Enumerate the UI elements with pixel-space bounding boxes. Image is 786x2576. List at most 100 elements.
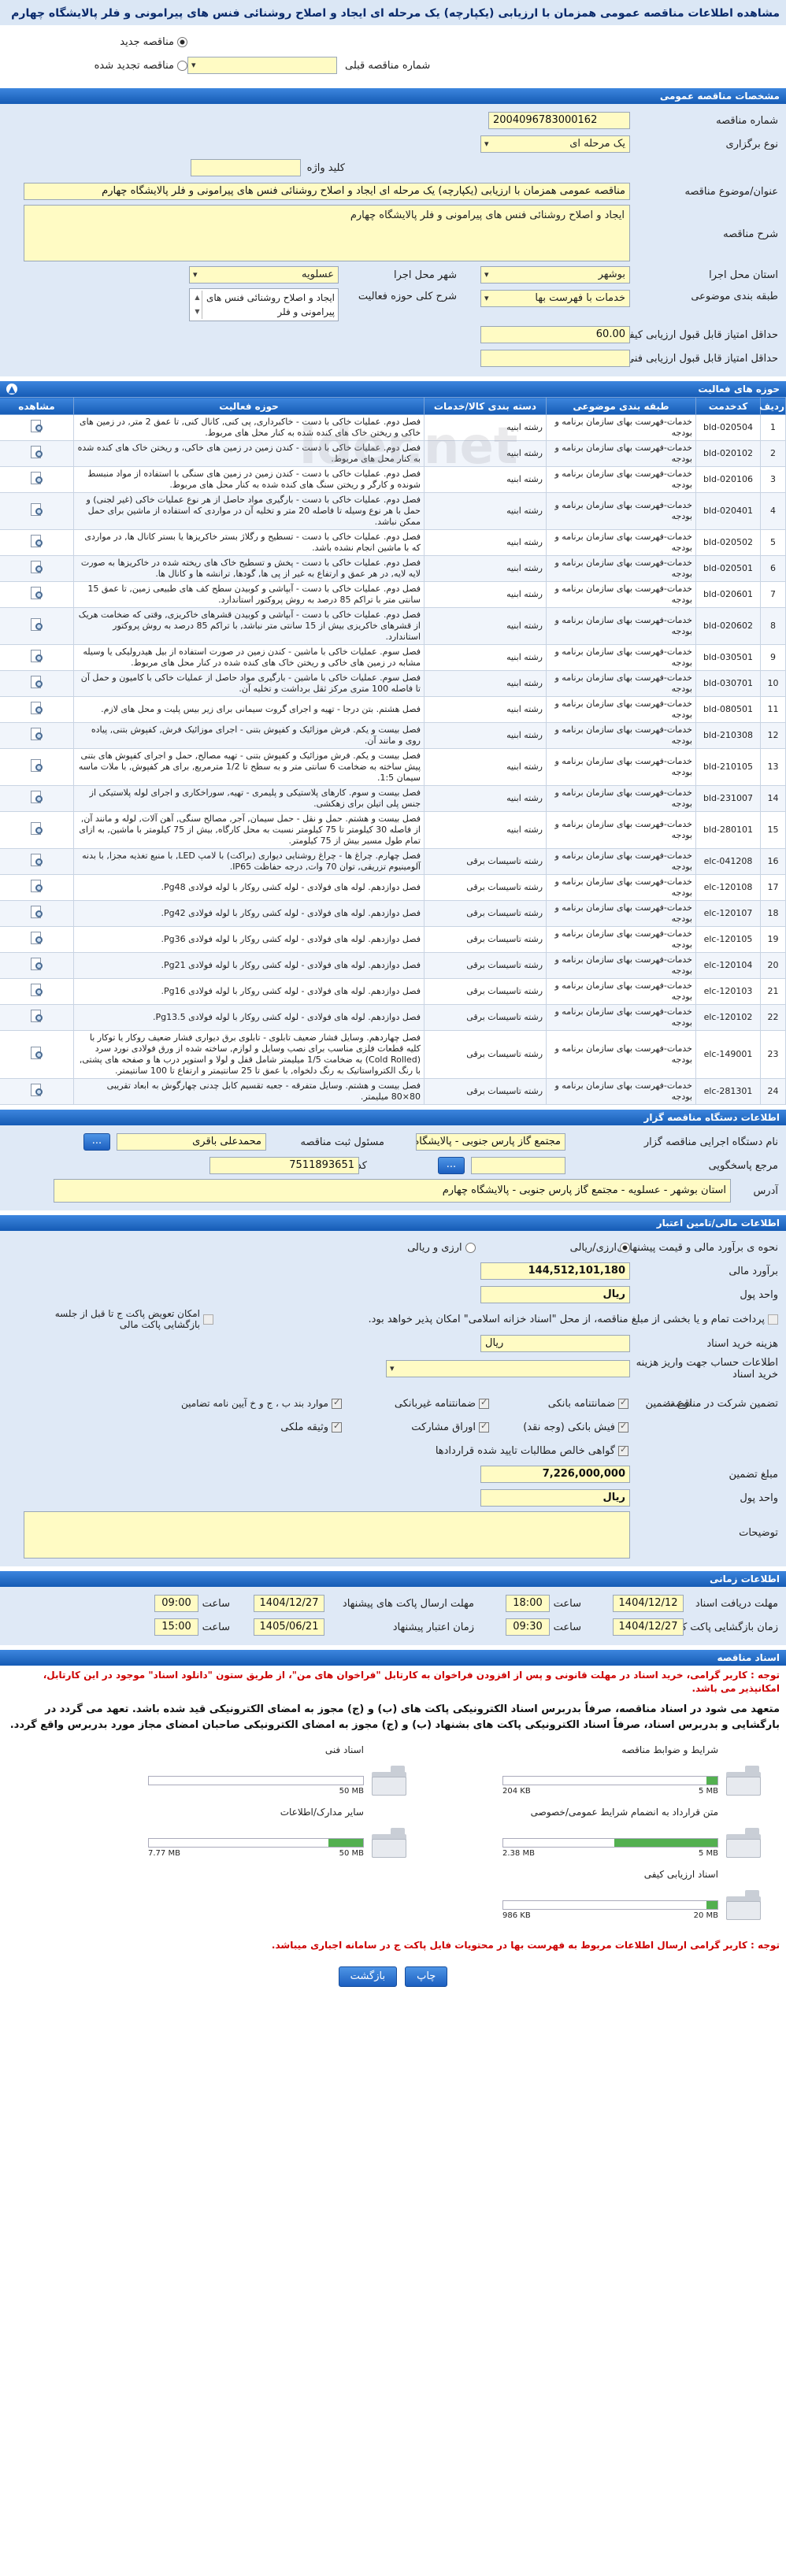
view-details-icon[interactable] [29,617,45,632]
min-tech-field[interactable]: 60.00 [480,326,630,343]
row-view-cell [0,466,74,493]
renewed-tender-radio[interactable] [177,60,187,71]
file-card[interactable]: اسناد ارزیابی کیفی 986 KB 20 MB [502,1869,762,1920]
claims-checkbox[interactable] [618,1444,628,1456]
responsible-more-button[interactable]: ... [83,1133,110,1151]
insurance-checkbox[interactable] [332,1421,342,1433]
estimate-unit-field[interactable]: ریال [480,1286,630,1303]
row-view-cell [0,529,74,556]
category-select[interactable]: خدمات با فهرست بها [480,290,630,307]
view-details-icon[interactable] [29,879,45,893]
file-size-fill [328,1839,363,1847]
row-group: رشته تاسیسات برقی [424,874,547,901]
guarantee-amount-field[interactable]: 7,226,000,000 [480,1466,630,1483]
view-details-icon[interactable] [29,675,45,689]
view-details-icon[interactable] [29,821,45,836]
folder-icon [370,1764,408,1796]
collapse-icon[interactable]: ▲ [6,384,17,395]
view-details-icon[interactable] [29,957,45,971]
address-field[interactable]: استان بوشهر - عسلویه - مجتمع گاز پارس جن… [54,1179,731,1203]
view-details-icon[interactable] [29,905,45,919]
view-details-icon[interactable] [29,983,45,997]
new-tender-radio[interactable] [177,36,187,47]
exchange-checkbox[interactable] [203,1314,213,1325]
estimate-fx-radio[interactable] [465,1242,476,1253]
view-details-icon[interactable] [29,1009,45,1023]
view-details-icon[interactable] [29,534,45,548]
row-category: خدمات-فهرست بهای سازمان برنامه و بودجه [546,952,696,979]
view-details-icon[interactable] [29,471,45,485]
scope-field[interactable]: ایجاد و اصلاح روشنائی فنس های پیرامونی و… [189,288,339,321]
desc-field[interactable]: ایجاد و اصلاح روشنائی فنس های پیرامونی و… [24,205,630,261]
view-details-icon[interactable] [29,649,45,663]
bank-guarantee-checkbox[interactable] [618,1397,628,1409]
category-label: طبقه بندی موضوعی [691,291,778,302]
file-card[interactable]: سایر مدارک/اطلاعات 7.77 MB 50 MB [148,1807,408,1858]
validity-time-label: ساعت [202,1621,230,1633]
doc-receive-time[interactable]: 18:00 [506,1595,550,1612]
view-details-icon[interactable] [29,1083,45,1097]
city-select[interactable]: عسلویه [189,266,339,284]
keyword-field[interactable] [190,159,301,176]
doc-receive-date[interactable]: 1404/12/12 [613,1595,684,1612]
open-time[interactable]: 09:30 [506,1618,550,1636]
city-label: شهر محل اجرا [394,269,457,281]
bid-submit-time[interactable]: 09:00 [154,1595,198,1612]
row-view-cell [0,696,74,723]
view-details-icon[interactable] [29,560,45,574]
print-button[interactable]: چاپ [405,1966,448,1987]
view-details-icon[interactable] [29,853,45,867]
type-select[interactable]: یک مرحله ای [480,135,630,153]
view-details-icon[interactable] [29,1046,45,1060]
min-finance-field[interactable] [480,350,630,367]
account-select[interactable] [386,1360,630,1377]
row-group: رشته تاسیسات برقی [424,848,547,875]
prev-number-select[interactable] [187,57,337,74]
view-details-icon[interactable] [29,419,45,433]
table-row: 14 bld-231007 خدمات-فهرست بهای سازمان برنا… [0,785,786,812]
scope-scrollbar[interactable]: ▲ ▼ [193,291,202,319]
row-category: خدمات-فهرست بهای سازمان برنامه و بودجه [546,555,696,582]
file-max-size: 50 MB [339,1849,364,1858]
row-view-cell [0,978,74,1005]
row-activity: فصل دوازدهم. لوله های فولادی - لوله کشی … [73,874,425,901]
row-code: bld-020106 [695,466,761,493]
estimate-amount-field[interactable]: 144,512,101,180 [480,1262,630,1280]
ref-more-button[interactable]: ... [438,1157,465,1174]
view-details-icon[interactable] [29,931,45,945]
org-name-field[interactable]: مجتمع گاز پارس جنوبی - پالایشگاه چهارم [416,1133,565,1151]
province-select[interactable]: بوشهر [480,266,630,284]
postal-field[interactable]: 7511893651 [209,1157,359,1174]
bond-checkbox[interactable] [479,1421,489,1433]
back-button[interactable]: بازگشت [338,1966,398,1987]
open-date[interactable]: 1404/12/27 [613,1618,684,1636]
view-details-icon[interactable] [29,758,45,773]
subject-field[interactable]: مناقصه عمومی همزمان با ارزیابی (یکپارچه)… [24,183,630,200]
responsible-field[interactable]: محمدعلی باقری [117,1133,266,1151]
validity-time[interactable]: 15:00 [154,1618,198,1636]
bid-submit-date[interactable]: 1404/12/27 [254,1595,324,1612]
file-card[interactable]: شرایط و ضوابط مناقصه 204 KB 5 MB [502,1744,762,1796]
validity-date[interactable]: 1405/06/21 [254,1618,324,1636]
check-guarantee-checkbox[interactable] [618,1421,628,1433]
doc-cost-field[interactable]: ریال [480,1335,630,1352]
view-details-icon[interactable] [29,586,45,600]
number-field[interactable]: 2004096783000162 [488,112,630,129]
table-row: 17 elc-120108 خدمات-فهرست بهای سازمان برنا… [0,874,786,901]
ref-field[interactable] [471,1157,565,1174]
view-details-icon[interactable] [29,701,45,715]
view-details-icon[interactable] [29,727,45,741]
view-details-icon[interactable] [29,445,45,459]
non-bank-guarantee-checkbox[interactable] [479,1397,489,1409]
treasury-checkbox[interactable] [768,1314,778,1325]
view-details-icon[interactable] [29,790,45,804]
estimate-rial-radio[interactable] [620,1242,630,1253]
guarantee-desc-field[interactable] [24,1511,630,1559]
view-details-icon[interactable] [29,502,45,517]
row-view-cell [0,748,74,786]
guarantee-unit-field[interactable]: ریال [480,1489,630,1507]
deposit-checkbox[interactable] [332,1397,342,1409]
file-card[interactable]: متن قرارداد به انضمام شرایط عمومی/خصوصی 2… [502,1807,762,1858]
file-card[interactable]: اسناد فنی 50 MB [148,1744,408,1796]
row-view-cell [0,581,74,608]
